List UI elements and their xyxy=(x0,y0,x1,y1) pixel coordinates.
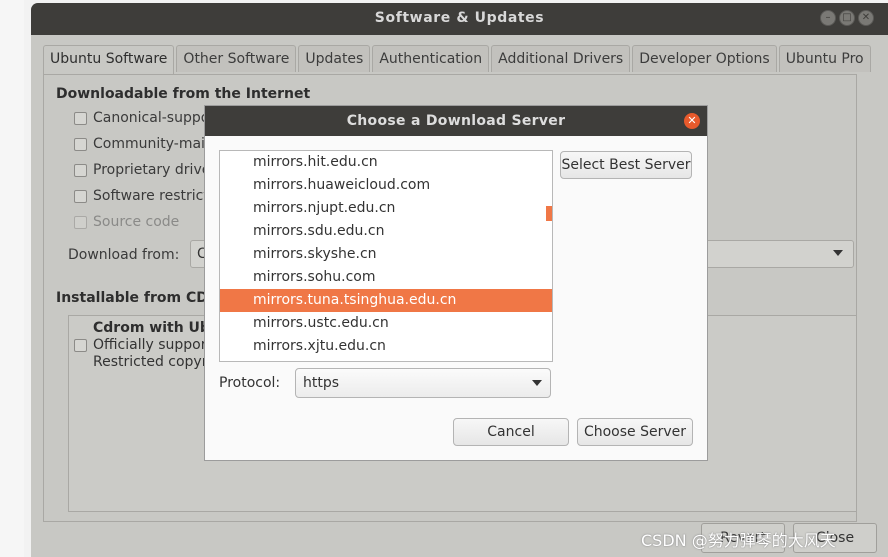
chevron-down-icon xyxy=(532,380,542,386)
tab-authentication[interactable]: Authentication xyxy=(372,45,490,72)
protocol-label: Protocol: xyxy=(219,375,281,391)
cdrom-title: Cdrom with Ubu xyxy=(93,320,220,336)
choose-server-dialog: Choose a Download Server ✕ mirrors.hit.e… xyxy=(205,106,707,460)
scrollbar-indicator[interactable] xyxy=(546,206,552,221)
checkbox[interactable] xyxy=(74,137,87,151)
option-restricted[interactable]: Software restrict xyxy=(74,188,209,204)
server-item[interactable]: mirrors.huaweicloud.com xyxy=(220,174,552,197)
option-label: Software restrict xyxy=(93,188,209,204)
server-item[interactable]: mirrors.xjtu.edu.cn xyxy=(220,335,552,358)
cdrom-line-2: Restricted copyri xyxy=(93,354,212,370)
checkbox[interactable] xyxy=(74,163,87,177)
server-item[interactable]: mirrors.sohu.com xyxy=(220,266,552,289)
option-community[interactable]: Community-main xyxy=(74,136,214,152)
dialog-close-icon[interactable]: ✕ xyxy=(684,113,700,129)
installable-heading: Installable from CD-R xyxy=(56,290,225,306)
desktop-strip xyxy=(0,0,24,557)
select-best-server-button[interactable]: Select Best Server xyxy=(560,151,692,179)
server-item[interactable]: mirrors.skyshe.cn xyxy=(220,243,552,266)
csdn-watermark: CSDN @努力弹琴的大风天 xyxy=(641,531,836,550)
window-title: Software & Updates xyxy=(374,10,545,26)
cdrom-checkbox[interactable] xyxy=(74,339,87,352)
protocol-value: https xyxy=(303,375,340,391)
tab-ubuntu-pro[interactable]: Ubuntu Pro xyxy=(778,45,871,72)
download-from-label: Download from: xyxy=(68,247,180,263)
close-icon[interactable]: ✕ xyxy=(858,10,874,26)
server-list[interactable]: mirrors.hit.edu.cn mirrors.huaweicloud.c… xyxy=(219,150,553,362)
option-source-code: Source code xyxy=(74,214,179,230)
checkbox xyxy=(74,215,87,229)
tab-other-software[interactable]: Other Software xyxy=(176,45,297,72)
server-item[interactable]: mirrors.ustc.edu.cn xyxy=(220,312,552,335)
tab-updates[interactable]: Updates xyxy=(298,45,371,72)
dialog-titlebar: Choose a Download Server ✕ xyxy=(205,106,707,136)
chevron-down-icon xyxy=(833,250,843,256)
tab-developer-options[interactable]: Developer Options xyxy=(632,45,777,72)
tab-ubuntu-software[interactable]: Ubuntu Software xyxy=(43,45,175,74)
server-item[interactable]: mirrors.njupt.edu.cn xyxy=(220,197,552,220)
option-canonical[interactable]: Canonical-suppor xyxy=(74,110,215,126)
option-label: Canonical-suppor xyxy=(93,110,216,126)
checkbox[interactable] xyxy=(74,189,87,203)
maximize-icon[interactable]: □ xyxy=(839,10,855,26)
server-item-selected[interactable]: mirrors.tuna.tsinghua.edu.cn xyxy=(220,289,552,312)
downloadable-heading: Downloadable from the Internet xyxy=(56,86,311,102)
dialog-title: Choose a Download Server xyxy=(346,113,566,129)
tab-additional-drivers[interactable]: Additional Drivers xyxy=(491,45,631,72)
choose-server-button[interactable]: Choose Server xyxy=(577,418,693,446)
minimize-icon[interactable]: – xyxy=(820,10,836,26)
server-item[interactable]: mirrors.sdu.edu.cn xyxy=(220,220,552,243)
option-label: Source code xyxy=(93,214,180,230)
cancel-button[interactable]: Cancel xyxy=(453,418,569,446)
server-item[interactable]: mirrors.hit.edu.cn xyxy=(220,151,552,174)
option-label: Proprietary drive xyxy=(93,162,211,178)
option-proprietary[interactable]: Proprietary drive xyxy=(74,162,210,178)
tab-bar: Ubuntu Software Other Software Updates A… xyxy=(43,45,873,74)
window-titlebar: Software & Updates – □ ✕ xyxy=(31,3,888,35)
protocol-select[interactable]: https xyxy=(295,368,551,398)
checkbox[interactable] xyxy=(74,111,87,125)
option-label: Community-main xyxy=(93,136,214,152)
cdrom-line-1: Officially support xyxy=(93,337,212,353)
